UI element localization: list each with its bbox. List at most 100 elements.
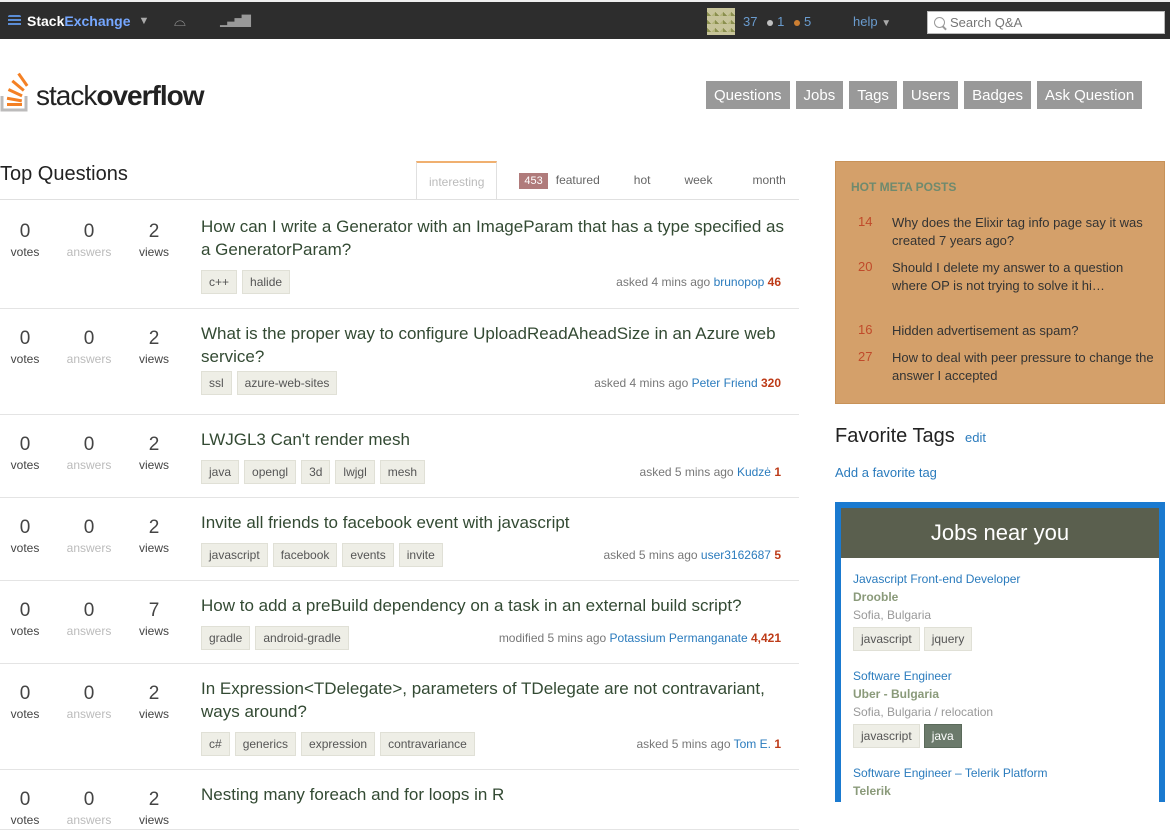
meta-post[interactable]: 14 Why does the Elixir tag info page say … (836, 214, 1166, 250)
nav-ask-question[interactable]: Ask Question (1036, 81, 1143, 109)
question-tag[interactable]: ssl (201, 371, 232, 395)
question-title[interactable]: How to add a preBuild dependency on a ta… (201, 594, 791, 617)
job-location: Sofia, Bulgaria (853, 608, 932, 622)
job-listing[interactable]: Javascript Front-end Developer Drooble S… (853, 572, 1153, 651)
votes-count: 0 (19, 683, 31, 704)
achievements-icon[interactable]: ▁▃▅▇ (220, 13, 251, 27)
tab-label: interesting (429, 175, 485, 189)
silver-badge-icon (767, 20, 774, 26)
job-tag[interactable]: javascript (853, 724, 920, 748)
question-tag[interactable]: events (342, 543, 394, 567)
meta-post[interactable]: 20 Should I delete my answer to a questio… (836, 259, 1166, 295)
add-favorite-tag-link[interactable]: Add a favorite tag (835, 465, 937, 480)
meta-post-title[interactable]: Hidden advertisement as spam? (892, 322, 1154, 340)
avatar[interactable] (707, 8, 735, 35)
views-label: views (138, 541, 169, 555)
answers-count: 0 (83, 328, 95, 349)
tab-hot[interactable]: hot (612, 161, 663, 199)
nav-tags[interactable]: Tags (849, 81, 897, 109)
hot-meta-posts: HOT META POSTS 14 Why does the Elixir tag… (835, 161, 1165, 404)
question-tag[interactable]: mesh (379, 460, 426, 484)
tab-featured[interactable]: 453 featured (497, 161, 611, 199)
bronze-badge-count: 5 (803, 14, 812, 29)
answers-stat: 0 answers (64, 517, 114, 555)
question-tag[interactable]: c++ (201, 270, 238, 294)
user-reputation: 5 (774, 548, 781, 562)
meta-post-title[interactable]: Should I delete my answer to a question … (892, 259, 1154, 295)
job-listing[interactable]: Software Engineer Uber - Bulgaria Sofia,… (853, 669, 1153, 748)
user-link[interactable]: Tom E. (734, 737, 771, 751)
question-summary: 0 votes 0 answers 2 views Invite all frie… (0, 498, 799, 581)
question-tag[interactable]: facebook (272, 543, 338, 567)
votes-stat: 0 votes (0, 600, 50, 638)
question-tag[interactable]: java (201, 460, 240, 484)
votes-count: 0 (19, 789, 31, 810)
meta-post-title[interactable]: How to deal with peer pressure to change… (892, 349, 1154, 385)
search-icon (934, 17, 945, 28)
stackexchange-menu[interactable]: StackExchange ▼ (8, 11, 149, 31)
question-tag[interactable]: halide (242, 270, 291, 294)
job-tag[interactable]: jquery (923, 627, 973, 651)
question-tag[interactable]: azure-web-sites (236, 371, 338, 395)
asked-time: asked 4 mins ago (594, 376, 689, 390)
answers-stat: 0 answers (64, 600, 114, 638)
search-box[interactable] (927, 11, 1165, 34)
stackoverflow-icon (0, 72, 29, 112)
job-title[interactable]: Javascript Front-end Developer (853, 572, 1153, 586)
job-tag[interactable]: javascript (853, 627, 920, 651)
question-title[interactable]: LWJGL3 Can't render mesh (201, 428, 791, 451)
favorite-tags-edit-link[interactable]: edit (965, 430, 986, 445)
reputation-summary[interactable]: 37 1 5 (743, 14, 811, 29)
user-link[interactable]: Peter Friend (692, 376, 758, 390)
job-title[interactable]: Software Engineer (853, 669, 1153, 683)
question-tag[interactable]: javascript (201, 543, 268, 567)
views-count: 2 (148, 517, 160, 538)
help-menu[interactable]: help ▼ (853, 14, 891, 29)
nav-badges[interactable]: Badges (964, 81, 1031, 109)
views-count: 2 (148, 221, 160, 242)
meta-post[interactable]: 27 How to deal with peer pressure to chan… (836, 349, 1166, 385)
question-tag[interactable]: contravariance (380, 732, 475, 756)
user-link[interactable]: Potassium Permanganate (610, 631, 748, 645)
nav-jobs[interactable]: Jobs (795, 81, 844, 109)
meta-post[interactable]: 16 Hidden advertisement as spam? (836, 322, 1166, 340)
question-tag[interactable]: generics (234, 732, 297, 756)
question-tag[interactable]: c# (201, 732, 230, 756)
inbox-icon[interactable]: ⌓ (174, 13, 186, 30)
search-input[interactable] (950, 15, 1150, 30)
nav-users[interactable]: Users (902, 81, 959, 109)
question-summary: 0 votes 0 answers 7 views How to add a pr… (0, 581, 799, 664)
question-tag[interactable]: invite (398, 543, 443, 567)
bronze-badge-icon (794, 20, 801, 26)
meta-post-title[interactable]: Why does the Elixir tag info page say it… (892, 214, 1154, 250)
views-count: 2 (148, 328, 160, 349)
question-tags: ssl azure-web-sites (201, 371, 338, 395)
nav-questions[interactable]: Questions (706, 81, 790, 109)
stackoverflow-logo[interactable]: stack overflow (0, 72, 205, 112)
question-tag[interactable]: 3d (301, 460, 331, 484)
job-location: Sofia, Bulgaria / relocation (853, 705, 994, 719)
user-link[interactable]: Kudzė (737, 465, 771, 479)
tab-month[interactable]: month (724, 161, 797, 199)
question-tags: javascript facebook events invite (201, 543, 443, 567)
question-title[interactable]: Nesting many foreach and for loops in R (201, 783, 791, 806)
question-tag[interactable]: android-gradle (255, 626, 349, 650)
question-title[interactable]: How can I write a Generator with an Imag… (201, 215, 791, 261)
job-listing[interactable]: Software Engineer – Telerik Platform Tel… (853, 766, 1153, 798)
question-tag[interactable]: lwjgl (335, 460, 375, 484)
question-title[interactable]: In Expression<TDelegate>, parameters of … (201, 677, 791, 723)
job-title[interactable]: Software Engineer – Telerik Platform (853, 766, 1153, 780)
tab-week[interactable]: week (662, 161, 724, 199)
question-title[interactable]: Invite all friends to facebook event wit… (201, 511, 791, 534)
question-tag[interactable]: opengl (244, 460, 297, 484)
question-tag[interactable]: expression (301, 732, 376, 756)
user-link[interactable]: brunopop (714, 275, 765, 289)
asked-time: modified 5 mins ago (498, 631, 607, 645)
job-tag[interactable]: java (923, 724, 962, 748)
votes-stat: 0 votes (0, 434, 50, 472)
tab-interesting[interactable]: interesting (416, 161, 498, 199)
question-title[interactable]: What is the proper way to configure Uplo… (201, 322, 791, 368)
votes-stat: 0 votes (0, 789, 50, 827)
question-tag[interactable]: gradle (201, 626, 251, 650)
user-link[interactable]: user3162687 (701, 548, 771, 562)
